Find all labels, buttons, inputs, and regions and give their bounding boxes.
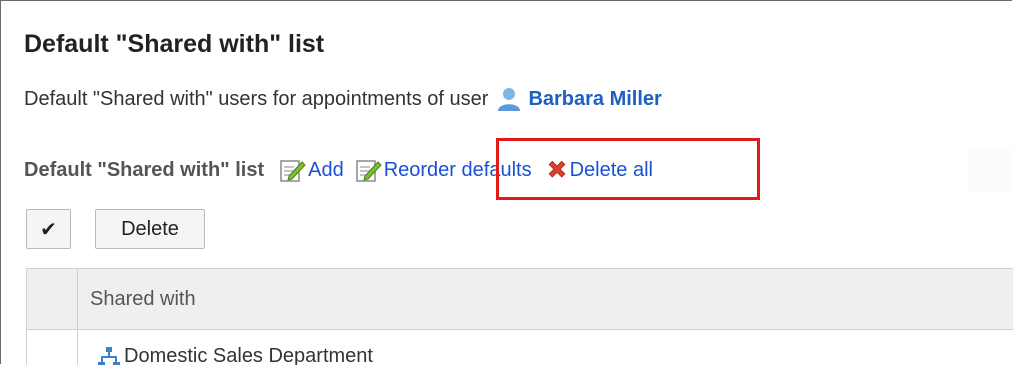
- page-title: Default "Shared with" list: [24, 30, 325, 58]
- delete-button[interactable]: Delete: [95, 209, 205, 249]
- table-header: Shared with: [27, 269, 1013, 330]
- description-text: Default "Shared with" users for appointm…: [24, 87, 489, 110]
- add-label: Add: [308, 158, 344, 181]
- table-row[interactable]: Domestic Sales Department: [27, 330, 1013, 365]
- highlight-box: [496, 138, 760, 200]
- header-check-cell: [27, 269, 78, 329]
- column-header-shared-with: Shared with: [90, 287, 196, 310]
- user-icon: [496, 87, 522, 111]
- org-icon: [98, 347, 120, 365]
- row-name: Domestic Sales Department: [124, 345, 373, 365]
- edit-icon: [355, 160, 382, 182]
- row-check-cell[interactable]: [27, 330, 78, 365]
- check-all-button[interactable]: ✔: [26, 209, 71, 249]
- user-link[interactable]: Barbara Miller: [528, 88, 661, 111]
- action-buttons: ✔ Delete: [26, 209, 205, 249]
- faded-area: [968, 150, 1013, 192]
- row-main-cell: Domestic Sales Department: [78, 330, 373, 365]
- page-description: Default "Shared with" users for appointm…: [24, 87, 662, 111]
- add-link[interactable]: Add: [278, 157, 344, 183]
- list-label: Default "Shared with" list: [24, 158, 265, 181]
- edit-icon: [280, 160, 306, 182]
- shared-with-table: Shared with Domestic Sales Department: [26, 268, 1013, 365]
